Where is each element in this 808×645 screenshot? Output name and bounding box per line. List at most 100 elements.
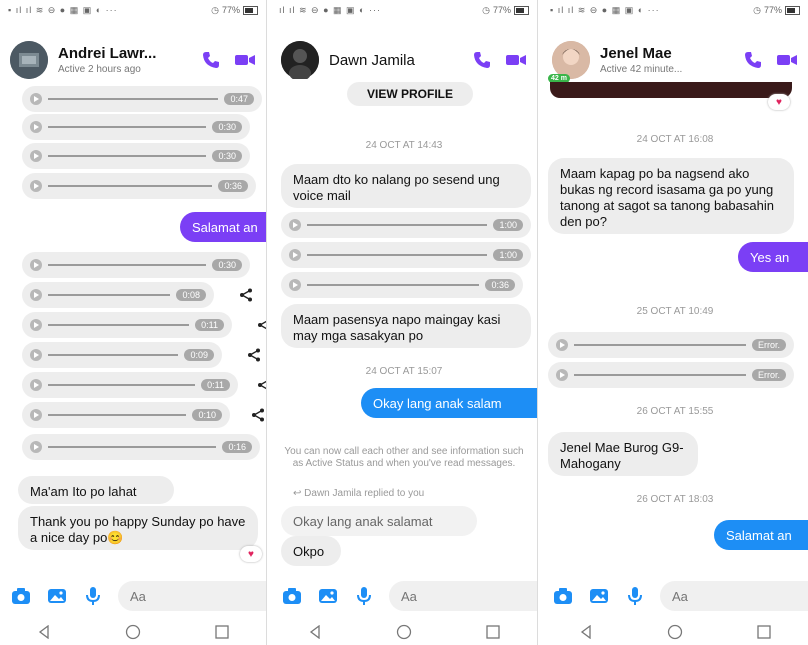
phone-icon[interactable]	[471, 49, 493, 71]
play-icon[interactable]	[30, 259, 42, 271]
voice-message[interactable]: 0:11	[22, 372, 238, 398]
incoming-message[interactable]: Ma'am Ito po lahat	[18, 476, 174, 504]
voice-message[interactable]: Error.	[548, 362, 794, 388]
video-call-icon[interactable]	[234, 49, 256, 71]
incoming-message[interactable]: Maam dto ko nalang po sesend ung voice m…	[281, 164, 531, 208]
message-list[interactable]: VIEW PROFILE 24 OCT AT 14:43 Maam dto ko…	[271, 82, 537, 578]
battery-level: 77%	[492, 5, 511, 15]
chat-panel-andrei: ▪ ıl ıl ≋ ⊖ ● ▦ ▣ ◐ ··· ◷ 77% Andrei Lawr…	[0, 0, 267, 645]
play-icon[interactable]	[30, 409, 42, 421]
composer	[542, 580, 808, 612]
play-icon[interactable]	[30, 121, 42, 133]
incoming-message[interactable]: Okpo	[281, 536, 341, 566]
battery-level: 77%	[221, 5, 240, 15]
camera-icon[interactable]	[10, 585, 32, 607]
voice-message[interactable]: 0:08	[22, 282, 214, 308]
share-icon[interactable]	[254, 375, 266, 395]
chat-panel-dawn: ıl ıl ≋ ⊖ ● ▦ ▣ ◐ ··· ◷ 77% Dawn Jamila V…	[271, 0, 538, 645]
phone-icon[interactable]	[200, 49, 222, 71]
voice-message[interactable]: 0:36	[22, 173, 256, 199]
play-icon[interactable]	[30, 379, 42, 391]
play-icon[interactable]	[30, 150, 42, 162]
chat-header: 42 m Jenel Mae Active 42 minute...	[542, 38, 808, 83]
microphone-icon[interactable]	[82, 585, 104, 607]
voice-message[interactable]: Error.	[548, 332, 794, 358]
incoming-message[interactable]: Maam kapag po ba nagsend ako bukas ng re…	[548, 158, 794, 234]
play-icon[interactable]	[30, 319, 42, 331]
voice-message[interactable]: 0:36	[281, 272, 523, 298]
signal-icons: ▪ ıl ıl ≋ ⊖ ● ▦ ▣ ◐ ···	[8, 4, 118, 15]
voice-message[interactable]: 0:30	[22, 252, 250, 278]
recents-icon[interactable]	[211, 621, 233, 643]
back-icon[interactable]	[575, 621, 597, 643]
share-icon[interactable]	[248, 405, 266, 425]
message-input[interactable]	[118, 581, 266, 611]
message-input[interactable]	[660, 581, 808, 611]
outgoing-message[interactable]: Salamat an	[180, 212, 266, 242]
avatar[interactable]	[281, 41, 319, 81]
home-icon[interactable]	[393, 621, 415, 643]
play-icon[interactable]	[289, 279, 301, 291]
outgoing-message[interactable]: Okay lang anak salam	[361, 388, 537, 418]
play-icon[interactable]	[30, 93, 42, 105]
camera-icon[interactable]	[281, 585, 303, 607]
play-icon[interactable]	[30, 289, 42, 301]
home-icon[interactable]	[122, 621, 144, 643]
recents-icon[interactable]	[753, 621, 775, 643]
message-input[interactable]	[389, 581, 537, 611]
voice-message[interactable]: 0:30	[22, 143, 250, 169]
view-profile-button[interactable]: VIEW PROFILE	[347, 82, 473, 106]
avatar[interactable]: 42 m	[548, 41, 590, 83]
share-icon[interactable]	[244, 345, 264, 365]
alarm-icon: ◷	[211, 4, 219, 15]
voice-message[interactable]: 0:09	[22, 342, 222, 368]
share-icon[interactable]	[254, 315, 266, 335]
voice-message[interactable]: 1:00	[281, 212, 531, 238]
play-icon[interactable]	[30, 180, 42, 192]
chat-header: Dawn Jamila	[271, 38, 537, 82]
play-icon[interactable]	[30, 441, 42, 453]
share-icon[interactable]	[236, 285, 256, 305]
play-icon[interactable]	[556, 339, 568, 351]
play-icon[interactable]	[289, 249, 301, 261]
voice-message[interactable]: 0:16	[22, 434, 260, 460]
contact-name[interactable]: Jenel Mae	[600, 45, 730, 62]
recents-icon[interactable]	[482, 621, 504, 643]
quoted-message[interactable]: Okay lang anak salamat	[281, 506, 477, 536]
heart-reaction-icon[interactable]: ♥	[240, 546, 262, 562]
heart-reaction-icon[interactable]: ♥	[768, 94, 790, 110]
camera-icon[interactable]	[552, 585, 574, 607]
play-icon[interactable]	[556, 369, 568, 381]
outgoing-message[interactable]: Salamat an	[714, 520, 808, 550]
gallery-icon[interactable]	[588, 585, 610, 607]
phone-icon[interactable]	[742, 49, 764, 71]
microphone-icon[interactable]	[624, 585, 646, 607]
gallery-icon[interactable]	[46, 585, 68, 607]
play-icon[interactable]	[30, 349, 42, 361]
message-list[interactable]: ♥ 24 OCT AT 16:08 Maam kapag po ba nagse…	[542, 82, 808, 578]
back-icon[interactable]	[304, 621, 326, 643]
voice-message[interactable]: 0:30	[22, 114, 250, 140]
message-list[interactable]: 0:47 0:30 0:30 0:36 Salamat an 0:30 0:08…	[0, 82, 266, 578]
home-icon[interactable]	[664, 621, 686, 643]
incoming-message[interactable]: Jenel Mae Burog G9-Mahogany	[548, 432, 698, 476]
play-icon[interactable]	[289, 219, 301, 231]
contact-name[interactable]: Dawn Jamila	[329, 52, 459, 69]
video-call-icon[interactable]	[776, 49, 798, 71]
voice-message[interactable]: 0:47	[22, 86, 262, 112]
incoming-message[interactable]: Thank you po happy Sunday po have a nice…	[18, 506, 258, 550]
contact-name[interactable]: Andrei Lawr...	[58, 45, 188, 62]
microphone-icon[interactable]	[353, 585, 375, 607]
avatar[interactable]	[10, 41, 48, 79]
battery-icon	[243, 5, 258, 15]
shared-image[interactable]	[550, 82, 792, 98]
timestamp: 24 OCT AT 14:43	[365, 140, 443, 151]
outgoing-message[interactable]: Yes an	[738, 242, 808, 272]
voice-message[interactable]: 0:10	[22, 402, 230, 428]
voice-message[interactable]: 0:11	[22, 312, 232, 338]
incoming-message[interactable]: Maam pasensya napo maingay kasi may mga …	[281, 304, 531, 348]
back-icon[interactable]	[33, 621, 55, 643]
voice-message[interactable]: 1:00	[281, 242, 531, 268]
video-call-icon[interactable]	[505, 49, 527, 71]
gallery-icon[interactable]	[317, 585, 339, 607]
